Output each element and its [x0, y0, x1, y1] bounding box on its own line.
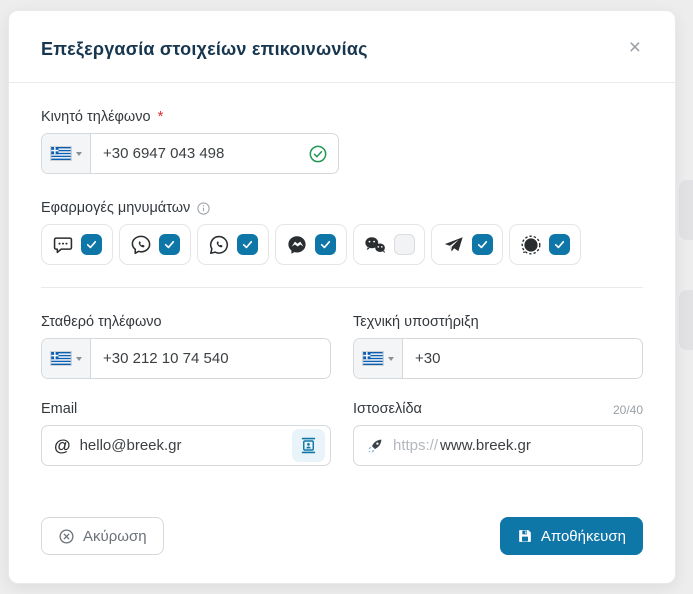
greece-flag-icon	[50, 146, 72, 161]
edit-contact-modal: Επεξεργασία στοιχείων επικοινωνίας × Κιν…	[8, 10, 676, 584]
sms-checkbox[interactable]	[81, 234, 102, 255]
signal-icon	[520, 234, 542, 256]
modal-footer: Ακύρωση Αποθήκευση	[9, 517, 675, 583]
whatsapp-icon	[208, 234, 230, 256]
section-divider	[41, 287, 643, 288]
mobile-country-select[interactable]	[42, 134, 91, 173]
mobile-phone-input[interactable]	[103, 145, 308, 162]
website-input-group[interactable]: https:// www.breek.gr	[353, 425, 643, 466]
contact-card-icon	[301, 437, 316, 454]
mobile-phone-input-group	[41, 133, 339, 174]
wechat-checkbox[interactable]	[394, 234, 415, 255]
landline-input-group	[41, 338, 331, 379]
messenger-icon	[286, 234, 308, 256]
save-floppy-icon	[518, 530, 531, 542]
backdrop-shape	[679, 290, 693, 350]
contact-card-button[interactable]	[292, 429, 325, 462]
messenger-checkbox[interactable]	[315, 234, 336, 255]
landline-input[interactable]	[103, 350, 320, 367]
modal-header: Επεξεργασία στοιχείων επικοινωνίας ×	[9, 11, 675, 83]
signal-checkbox[interactable]	[549, 234, 570, 255]
support-label: Τεχνική υποστήριξη	[353, 314, 479, 330]
telegram-icon	[442, 234, 465, 256]
rocket-icon	[368, 439, 382, 453]
save-button-label: Αποθήκευση	[540, 527, 626, 545]
app-chip-messenger	[275, 224, 347, 265]
app-chip-whatsapp	[197, 224, 269, 265]
char-counter: 20/40	[612, 403, 643, 417]
viber-checkbox[interactable]	[159, 234, 180, 255]
app-chip-wechat	[353, 224, 425, 265]
telegram-checkbox[interactable]	[471, 234, 493, 255]
app-chip-signal	[509, 224, 581, 265]
cancel-button[interactable]: Ακύρωση	[41, 517, 164, 555]
app-chip-telegram	[431, 224, 503, 265]
greece-flag-icon	[50, 351, 72, 366]
chevron-down-icon	[76, 151, 82, 156]
support-input[interactable]	[415, 350, 632, 367]
mobile-phone-label-text: Κινητό τηλέφωνο	[41, 109, 151, 125]
cancel-button-label: Ακύρωση	[83, 527, 147, 545]
wechat-icon	[363, 234, 387, 256]
greece-flag-icon	[362, 351, 384, 366]
close-icon[interactable]: ×	[627, 37, 643, 58]
at-icon: @	[54, 435, 71, 455]
backdrop-shape	[679, 180, 693, 240]
circle-x-icon	[59, 528, 74, 544]
modal-body: Κινητό τηλέφωνο * Εφαρμογές μηνυμάτων	[9, 83, 675, 517]
messaging-apps-row	[41, 224, 643, 265]
chevron-down-icon	[388, 356, 394, 361]
messaging-apps-label-text: Εφαρμογές μηνυμάτων	[41, 200, 191, 216]
email-input-group: @	[41, 425, 331, 466]
url-protocol-prefix: https://	[393, 437, 439, 454]
mobile-phone-label: Κινητό τηλέφωνο *	[41, 109, 643, 125]
whatsapp-checkbox[interactable]	[237, 234, 258, 255]
landline-country-select[interactable]	[42, 339, 91, 378]
email-input[interactable]	[79, 437, 283, 454]
modal-title: Επεξεργασία στοιχείων επικοινωνίας	[41, 39, 368, 59]
email-label: Email	[41, 401, 78, 417]
viber-icon	[130, 234, 152, 256]
sms-icon	[52, 234, 74, 256]
info-icon[interactable]	[196, 201, 211, 216]
support-input-group	[353, 338, 643, 379]
app-chip-viber	[119, 224, 191, 265]
valid-check-icon	[309, 145, 327, 162]
landline-label: Σταθερό τηλέφωνο	[41, 314, 162, 330]
support-country-select[interactable]	[354, 339, 403, 378]
website-label: Ιστοσελίδα	[353, 401, 422, 417]
app-chip-sms	[41, 224, 113, 265]
messaging-apps-label: Εφαρμογές μηνυμάτων	[41, 200, 643, 216]
chevron-down-icon	[76, 356, 82, 361]
website-value[interactable]: www.breek.gr	[440, 437, 531, 454]
save-button[interactable]: Αποθήκευση	[499, 517, 643, 555]
required-asterisk: *	[157, 109, 164, 125]
